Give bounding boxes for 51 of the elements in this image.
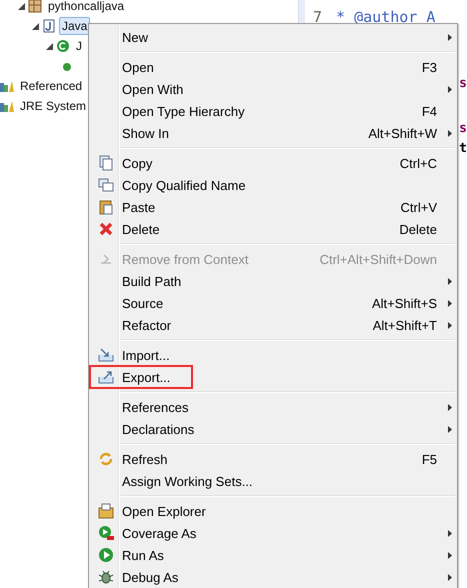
coverage-icon [98,525,114,541]
copy-icon [98,177,114,193]
menu-item[interactable]: Delete Delete [89,218,457,240]
tree-item[interactable]: Referenced [17,77,86,95]
delete-icon [98,221,114,237]
menu-item[interactable]: Open F3 [89,56,457,78]
tree-item[interactable]: JRE System [17,97,90,115]
menu-item[interactable]: Show In Alt+Shift+W [89,122,457,144]
menu-item[interactable]: Open Explorer [89,500,457,522]
expand-arrow-icon[interactable] [32,22,39,30]
tree-item[interactable]: pythoncalljava [45,0,128,15]
project-icon [28,0,42,13]
library-icon [0,79,14,93]
copy-icon [98,155,114,171]
tree-item[interactable]: Java [59,17,90,35]
menu-item[interactable]: Debug As [89,566,457,588]
expand-arrow-icon[interactable] [18,2,25,10]
code-fragment: s [459,121,467,136]
refresh-icon [98,451,114,467]
menu-item[interactable]: New [89,26,457,48]
code-fragment: t [459,141,467,156]
menu-item[interactable]: Source Alt+Shift+S [89,292,457,314]
menu-item[interactable]: Run As [89,544,457,566]
export-icon [98,369,114,385]
expand-arrow-icon[interactable] [46,42,53,50]
menu-item[interactable]: Refactor Alt+Shift+T [89,314,457,336]
menu-item[interactable]: Coverage As [89,522,457,544]
class-icon [56,39,70,53]
menu-item[interactable]: Open Type Hierarchy F4 [89,100,457,122]
library-icon [0,99,14,113]
menu-item[interactable]: Refresh F5 [89,448,457,470]
code-comment: * @author A [336,8,436,26]
menu-item[interactable]: References [89,396,457,418]
tree-item[interactable]: J [73,37,85,55]
folder-icon [98,503,114,519]
menu-item[interactable]: Import... [89,344,457,366]
run-icon [98,547,114,563]
java-file-icon [42,19,56,33]
code-fragment: s [459,76,467,91]
menu-item[interactable]: Declarations [89,418,457,440]
line-number: 7 [313,8,322,26]
menu-item[interactable]: Open With [89,78,457,100]
menu-item[interactable]: Build Path [89,270,457,292]
import-icon [98,347,114,363]
menu-item[interactable]: Copy Qualified Name [89,174,457,196]
menu-item[interactable]: Assign Working Sets... [89,470,457,492]
bug-icon [98,569,114,585]
menu-item[interactable]: Copy Ctrl+C [89,152,457,174]
paste-icon [98,199,114,215]
menu-item[interactable]: Export... [89,366,457,388]
menu-item[interactable]: Paste Ctrl+V [89,196,457,218]
